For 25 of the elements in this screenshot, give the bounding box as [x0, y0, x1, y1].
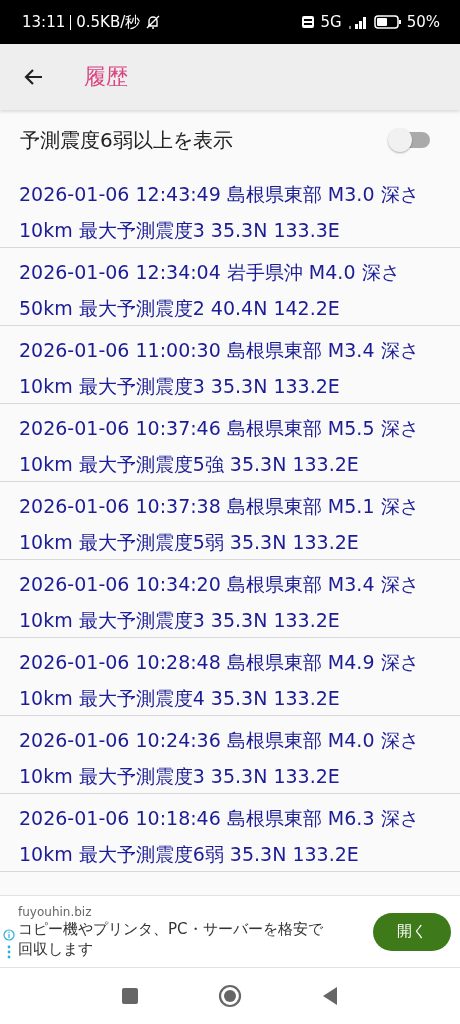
open-button[interactable]: 開く	[373, 912, 451, 951]
muted-bell-icon	[145, 14, 162, 30]
history-entry[interactable]: 2026-01-06 12:43:49 島根県東部 M3.0 深さ10km 最大予測震度3 35.3N 133.3E	[0, 170, 460, 248]
battery-percent: 50%	[406, 13, 440, 31]
history-entry[interactable]: 2026-01-06 11:00:30 島根県東部 M3.4 深さ10km 最大予測震度3 35.3N 133.2E	[0, 326, 460, 404]
history-entry[interactable]: 2026-01-06 10:37:38 島根県東部 M5.1 深さ10km 最大予測震度5弱 35.3N 133.2E	[0, 482, 460, 560]
recents-icon[interactable]	[120, 986, 140, 1006]
clock: 13:11	[22, 13, 66, 31]
volte-icon	[301, 15, 316, 29]
ad-text: コピー機やプリンタ、PC・サーバーを格安で回収します	[18, 919, 323, 959]
history-entry[interactable]: 2026-01-06 10:37:46 島根県東部 M5.5 深さ10km 最大予測震度5強 35.3N 133.2E	[0, 404, 460, 482]
filter-label: 予測震度6弱以上を表示	[20, 126, 233, 154]
history-entry[interactable]: 2026-01-06 10:18:46 島根県東部 M6.3 深さ10km 最大予測震度6弱 35.3N 133.2E	[0, 794, 460, 872]
signal-icon	[346, 15, 369, 29]
network-speed: 0.5KB/秒	[76, 12, 141, 32]
history-entry[interactable]: 2026-01-06 12:34:04 岩手県沖 M4.0 深さ50km 最大予測震度2 40.4N 142.2E	[0, 248, 460, 326]
separator-bar	[70, 14, 72, 30]
screen-title: 履歴	[84, 63, 128, 91]
battery-icon	[373, 15, 402, 29]
history-entry[interactable]: 2026-01-06 10:24:36 島根県東部 M4.0 深さ10km 最大予測震度3 35.3N 133.2E	[0, 716, 460, 794]
network-type: 5G	[320, 13, 342, 31]
history-entry[interactable]: 2026-01-06 10:28:48 島根県東部 M4.9 深さ10km 最大予測震度4 35.3N 133.2E	[0, 638, 460, 716]
home-icon[interactable]	[218, 984, 242, 1008]
history-entry[interactable]: 2026-01-06 10:34:20 島根県東部 M3.4 深さ10km 最大予測震度3 35.3N 133.2E	[0, 560, 460, 638]
ad-domain: fuyouhin.biz	[18, 904, 93, 919]
